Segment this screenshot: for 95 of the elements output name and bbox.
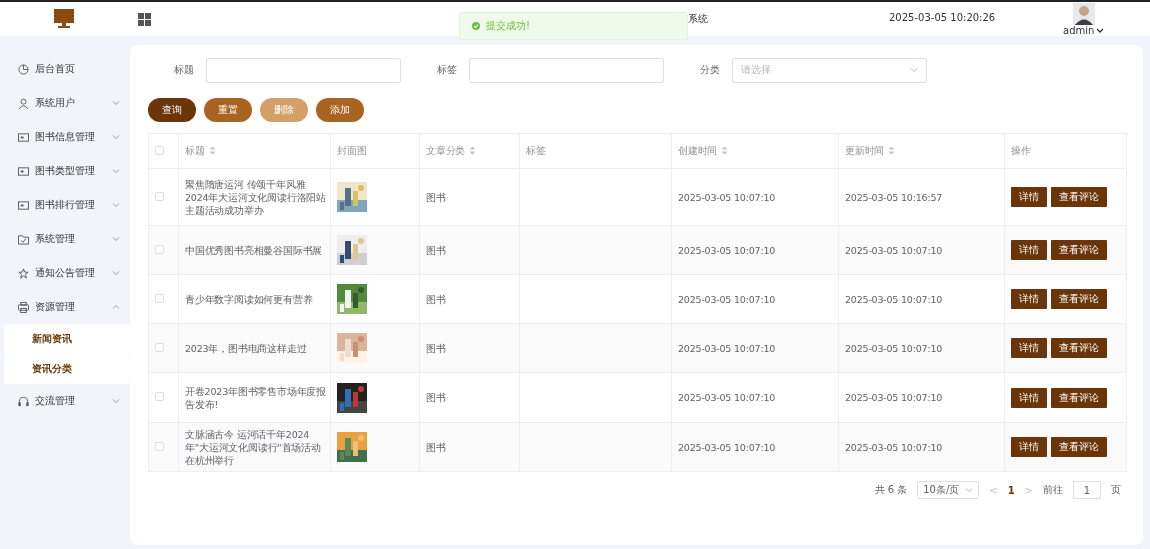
table-cell: 青少年数字阅读如何更有营养 — [178, 274, 331, 324]
row-button[interactable]: 查看评论 — [1051, 437, 1107, 457]
table-cell: 2025-03-05 10:07:10 — [671, 323, 839, 373]
table-cell: 2025-03-05 10:07:10 — [671, 168, 839, 226]
submenu-item[interactable]: 资讯分类 — [4, 354, 130, 384]
sidebar-item[interactable]: 后台首页 — [0, 52, 130, 86]
action-button[interactable]: 查询 — [148, 98, 196, 122]
table-cell: 2025-03-05 10:16:57 — [838, 168, 1005, 226]
checkbox[interactable] — [155, 342, 164, 352]
sort-icon[interactable] — [208, 145, 216, 155]
printer-icon — [18, 301, 29, 313]
sidebar-item[interactable]: 系统管理 — [0, 222, 130, 256]
field-label: 标题 — [173, 63, 195, 77]
table-cell: 开卷2023年图书零售市场年度报告发布! — [178, 372, 331, 423]
checkbox[interactable] — [155, 244, 164, 254]
checkbox[interactable] — [155, 441, 164, 451]
table-cell: 2025-03-05 10:07:10 — [671, 422, 839, 472]
goto-label: 前往 — [1043, 483, 1063, 497]
sort-icon[interactable] — [721, 145, 729, 155]
input-field[interactable] — [469, 57, 664, 83]
page-size-select[interactable]: 10条/页 — [917, 481, 980, 499]
table-cell: 图书 — [419, 323, 520, 373]
sidebar-item[interactable]: 图书排行管理 — [0, 188, 130, 222]
row-button[interactable]: 详情 — [1011, 289, 1047, 309]
table-cell: 图书 — [419, 372, 520, 423]
input-field[interactable] — [206, 57, 401, 83]
folder-icon — [18, 233, 29, 245]
row-button[interactable]: 查看评论 — [1051, 187, 1107, 207]
sidebar-item[interactable]: 图书信息管理 — [0, 120, 130, 154]
submenu-item[interactable]: 新闻资讯 — [4, 324, 130, 354]
row-button[interactable]: 详情 — [1011, 437, 1047, 457]
table-cell: 2025-03-05 10:07:10 — [671, 274, 839, 324]
table-cell: 2025-03-05 10:07:10 — [838, 274, 1005, 324]
grid-icon[interactable] — [138, 12, 151, 26]
app-title: 系统 — [688, 12, 708, 26]
table-cell: 图书 — [419, 274, 520, 324]
sidebar-item[interactable]: 系统用户 — [0, 86, 130, 120]
monitor-icon — [53, 9, 75, 29]
table-cell: 2025-03-05 10:07:10 — [838, 422, 1005, 472]
row-button[interactable]: 查看评论 — [1051, 338, 1107, 358]
row-button[interactable]: 详情 — [1011, 387, 1047, 408]
column-header: 封面图 — [330, 133, 420, 169]
pie-chart-icon — [18, 63, 29, 75]
toast-message: 提交成功! — [486, 19, 530, 33]
checkbox[interactable] — [155, 191, 164, 201]
checkbox[interactable] — [155, 392, 164, 401]
datetime: 2025-03-05 10:20:26 — [889, 12, 996, 23]
table-cell: 中国优秀图书亮相曼谷国际书展 — [178, 225, 331, 275]
table-cell: 图书 — [419, 225, 520, 275]
id-card-icon — [18, 199, 29, 211]
success-icon — [472, 22, 480, 30]
sidebar-item[interactable]: 资源管理 — [0, 290, 130, 324]
checkbox[interactable] — [155, 145, 164, 155]
id-card-icon — [18, 165, 29, 177]
table-cell: 图书 — [419, 168, 520, 226]
row-button[interactable]: 详情 — [1011, 187, 1047, 207]
table-cell: 图书 — [419, 422, 520, 472]
column-header: 标签 — [519, 133, 672, 169]
table-cell: 2025-03-05 10:07:10 — [671, 372, 839, 423]
checkbox[interactable] — [155, 293, 164, 303]
sidebar-item[interactable]: 交流管理 — [0, 384, 130, 418]
id-card-icon — [18, 131, 29, 143]
star-icon — [18, 267, 29, 279]
row-button[interactable]: 查看评论 — [1051, 240, 1107, 260]
row-button[interactable]: 查看评论 — [1051, 289, 1107, 309]
row-button[interactable]: 详情 — [1011, 338, 1047, 358]
sort-icon[interactable] — [469, 145, 477, 155]
page-suffix: 页 — [1111, 483, 1121, 497]
chevron-icon — [965, 486, 974, 494]
sort-icon[interactable] — [888, 145, 896, 155]
table-cell: 2023年，图书电商这样走过 — [178, 323, 331, 373]
headset-icon — [18, 395, 29, 407]
action-button[interactable]: 添加 — [316, 98, 364, 122]
column-header: 操作 — [1004, 133, 1127, 169]
row-button[interactable]: 详情 — [1011, 240, 1047, 260]
table-cell: 2025-03-05 10:07:10 — [671, 225, 839, 275]
table-cell: 2025-03-05 10:07:10 — [838, 323, 1005, 373]
table-cell: 聚焦隋唐运河 传颂千年风雅 2024年大运河文化阅读行洛阳站主题活动成功举办 — [178, 168, 331, 226]
caret-icon — [1096, 26, 1105, 35]
user-menu[interactable]: admin — [1063, 25, 1105, 36]
field-label: 标签 — [436, 63, 458, 77]
chevron-icon — [910, 66, 918, 74]
sidebar-item[interactable]: 通知公告管理 — [0, 256, 130, 290]
user-icon — [18, 97, 29, 109]
table-cell: 2025-03-05 10:07:10 — [838, 372, 1005, 423]
page-number[interactable]: 1 — [1007, 484, 1015, 496]
field-label: 分类 — [699, 63, 721, 77]
page-input[interactable]: 1 — [1073, 481, 1101, 499]
action-button[interactable]: 重置 — [204, 98, 252, 122]
total-count: 共 6 条 — [874, 483, 908, 497]
table-cell: 文脉涵古今 运河话千年2024年"大运河文化阅读行"首场活动在杭州举行 — [178, 422, 331, 472]
table-cell: 2025-03-05 10:07:10 — [838, 225, 1005, 275]
row-button[interactable]: 查看评论 — [1051, 387, 1107, 408]
sidebar-item[interactable]: 图书类型管理 — [0, 154, 130, 188]
avatar[interactable] — [1072, 3, 1095, 25]
